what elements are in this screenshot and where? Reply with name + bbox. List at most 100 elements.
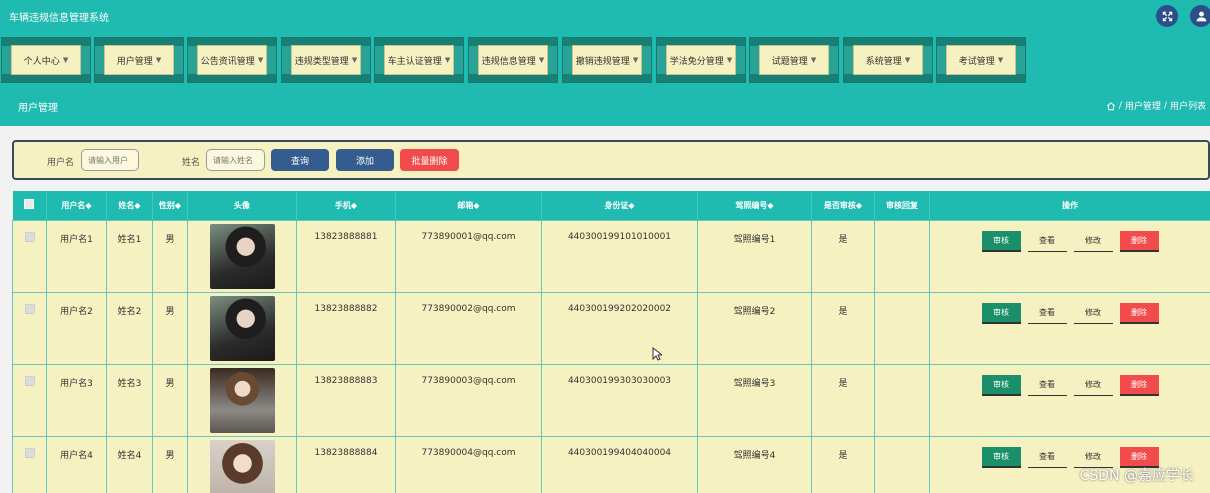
cell-phone: 13823888882 (296, 291, 396, 365)
cell-avatar (187, 363, 297, 437)
table-row: 用户名3 姓名3 男 13823888883 773890003@qq.com … (12, 363, 1210, 437)
audit-button[interactable]: 审核 (981, 446, 1021, 468)
table-row: 用户名2 姓名2 男 13823888882 773890002@qq.com … (12, 291, 1210, 365)
nav-item-exam[interactable]: 考试管理 ▼ (936, 37, 1026, 83)
edit-button[interactable]: 修改 (1073, 231, 1113, 252)
delete-button[interactable]: 删除 (1119, 230, 1159, 252)
row-checkbox-cell (12, 363, 47, 437)
cell-reply (874, 363, 930, 437)
cell-name: 姓名2 (106, 291, 153, 365)
query-button[interactable]: 查询 (271, 149, 329, 171)
col-username[interactable]: 用户名◆ (46, 191, 107, 220)
audit-button[interactable]: 审核 (981, 230, 1021, 252)
username-input[interactable] (81, 149, 139, 171)
watermark: CSDN @嘉应学长 (1079, 468, 1194, 484)
row-checkbox[interactable] (24, 303, 35, 314)
nav-item-violation-info[interactable]: 违规信息管理 ▼ (468, 37, 558, 83)
select-all-checkbox[interactable] (12, 191, 47, 220)
view-button[interactable]: 查看 (1027, 303, 1067, 324)
nav-item-personal[interactable]: 个人中心 ▼ (1, 37, 91, 83)
audit-button[interactable]: 审核 (981, 374, 1021, 396)
cell-username: 用户名3 (46, 363, 107, 437)
cell-name: 姓名4 (106, 435, 153, 493)
chevron-down-icon: ▼ (257, 56, 264, 64)
cell-idcard: 440300199101010001 (541, 219, 698, 293)
col-actions: 操作 (929, 191, 1210, 220)
fullscreen-icon[interactable] (1156, 5, 1178, 27)
breadcrumb-user-list: 用户列表 (1169, 102, 1206, 112)
cell-idcard: 440300199202020002 (541, 291, 698, 365)
col-gender[interactable]: 性别◆ (152, 191, 188, 220)
view-button[interactable]: 查看 (1027, 231, 1067, 252)
cell-actions: 审核 查看 修改 删除 (929, 219, 1210, 293)
batch-delete-button[interactable]: 批量删除 (400, 149, 459, 171)
col-phone[interactable]: 手机◆ (296, 191, 396, 220)
edit-button[interactable]: 修改 (1073, 375, 1113, 396)
nav-item-announcements[interactable]: 公告资讯管理 ▼ (187, 37, 277, 83)
row-checkbox[interactable] (24, 375, 35, 386)
app-title: 车辆违规信息管理系统 (9, 13, 109, 24)
col-idcard[interactable]: 身份证◆ (541, 191, 698, 220)
view-button[interactable]: 查看 (1027, 447, 1067, 468)
cell-phone: 13823888883 (296, 363, 396, 437)
cell-audited: 是 (811, 435, 875, 493)
row-checkbox[interactable] (24, 447, 35, 458)
nav-item-system[interactable]: 系统管理 ▼ (843, 37, 933, 83)
mouse-cursor-icon (652, 347, 662, 361)
col-reply: 审核回复 (874, 191, 930, 220)
avatar (209, 439, 275, 493)
col-name[interactable]: 姓名◆ (106, 191, 153, 220)
table-row: 用户名1 姓名1 男 13823888881 773890001@qq.com … (12, 219, 1210, 293)
name-input[interactable] (206, 149, 265, 171)
cell-audited: 是 (811, 363, 875, 437)
audit-button[interactable]: 审核 (981, 302, 1021, 324)
main-nav: 个人中心 ▼ 用户管理 ▼ 公告资讯管理 ▼ 违规类型管理 ▼ 车主认证管理 ▼ 违规信息… (0, 34, 1210, 84)
chevron-down-icon: ▼ (904, 56, 911, 64)
cell-avatar (187, 219, 297, 293)
delete-button[interactable]: 删除 (1119, 302, 1159, 324)
cell-reply (874, 291, 930, 365)
cell-gender: 男 (152, 435, 188, 493)
nav-item-users[interactable]: 用户管理 ▼ (94, 37, 184, 83)
nav-item-study[interactable]: 学法免分管理 ▼ (656, 37, 746, 83)
avatar (209, 223, 275, 289)
breadcrumb-bar: 用户管理 / 用户管理 / 用户列表 (0, 84, 1210, 126)
avatar (209, 295, 275, 361)
chevron-down-icon: ▼ (997, 56, 1004, 64)
col-license[interactable]: 驾照编号◆ (697, 191, 812, 220)
breadcrumb-users[interactable]: 用户管理 (1125, 99, 1161, 112)
nav-item-questions[interactable]: 试题管理 ▼ (749, 37, 839, 83)
delete-button[interactable]: 删除 (1119, 374, 1159, 396)
breadcrumb: / 用户管理 / 用户列表 (1106, 99, 1206, 112)
cell-phone: 13823888881 (296, 219, 396, 293)
cell-phone: 13823888884 (296, 435, 396, 493)
view-button[interactable]: 查看 (1027, 375, 1067, 396)
cell-avatar (187, 435, 297, 493)
nav-item-violation-types[interactable]: 违规类型管理 ▼ (281, 37, 371, 83)
chevron-down-icon: ▼ (351, 56, 358, 64)
cell-email: 773890003@qq.com (395, 363, 542, 437)
cell-gender: 男 (152, 219, 188, 293)
cell-license: 驾照编号1 (697, 219, 812, 293)
nav-item-revoke[interactable]: 撤销违规管理 ▼ (562, 37, 652, 83)
row-checkbox-cell (12, 219, 47, 293)
row-checkbox[interactable] (24, 231, 35, 242)
table-header: 用户名◆ 姓名◆ 性别◆ 头像 手机◆ 邮箱◆ 身份证◆ 驾照编号◆ 是否审核◆… (12, 191, 1210, 220)
cell-avatar (187, 291, 297, 365)
cell-email: 773890001@qq.com (395, 219, 542, 293)
cell-username: 用户名2 (46, 291, 107, 365)
cell-email: 773890004@qq.com (395, 435, 542, 493)
user-table: 用户名◆ 姓名◆ 性别◆ 头像 手机◆ 邮箱◆ 身份证◆ 驾照编号◆ 是否审核◆… (12, 191, 1210, 493)
name-label: 姓名 (182, 158, 201, 168)
col-audited[interactable]: 是否审核◆ (811, 191, 875, 220)
row-checkbox-cell (12, 291, 47, 365)
home-icon[interactable] (1106, 101, 1116, 111)
add-button[interactable]: 添加 (336, 149, 394, 171)
cell-gender: 男 (152, 291, 188, 365)
col-email[interactable]: 邮箱◆ (395, 191, 542, 220)
edit-button[interactable]: 修改 (1073, 303, 1113, 324)
user-icon[interactable] (1190, 5, 1210, 27)
nav-item-owner-auth[interactable]: 车主认证管理 ▼ (374, 37, 464, 83)
chevron-down-icon: ▼ (538, 56, 545, 64)
username-label: 用户名 (47, 158, 75, 168)
